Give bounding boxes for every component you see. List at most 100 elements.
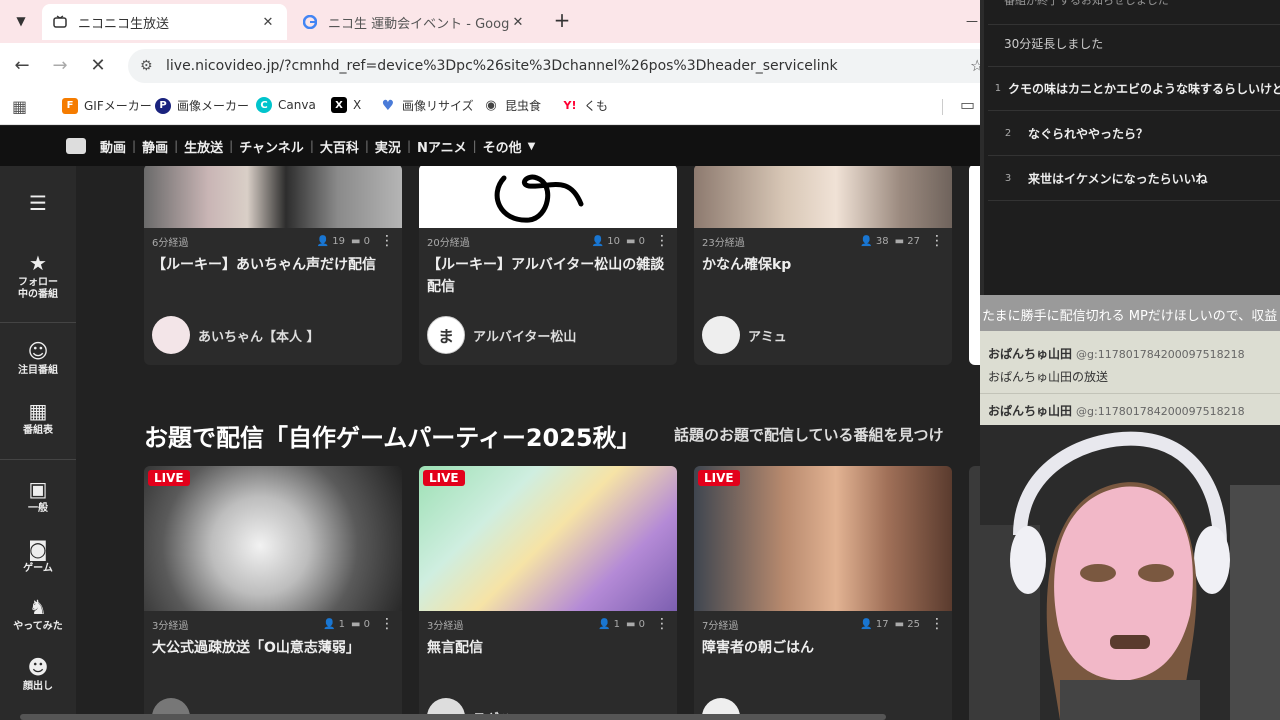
- horizontal-scrollbar[interactable]: [20, 714, 886, 720]
- system-message: 番組が終了するお知らせしました: [1004, 0, 1169, 7]
- more-options-icon[interactable]: ⋮: [930, 233, 944, 249]
- comment-value: 0: [638, 235, 645, 247]
- program-card-partial[interactable]: [969, 166, 980, 365]
- comment-icon: ▬: [625, 235, 636, 247]
- tab-google-search[interactable]: ニコ生 運動会イベント - Google 検 ✕: [292, 4, 537, 40]
- header-link-live[interactable]: 生放送: [184, 137, 223, 156]
- apps-grid-icon[interactable]: ▦: [12, 97, 27, 116]
- sidebar-item-label: 番組表: [23, 425, 53, 436]
- bookmark-label: GIFメーカー: [84, 99, 152, 113]
- folder-icon[interactable]: ▭: [960, 95, 975, 114]
- site-info-icon[interactable]: ⚙: [140, 58, 158, 74]
- more-options-icon[interactable]: ⋮: [655, 616, 669, 632]
- sidebar-item-follow[interactable]: ★ フォロー 中の番組: [0, 252, 76, 301]
- comment-panel: 番組が終了するお知らせしました 30分延長しました 1 クモの味はカニとかエビの…: [980, 0, 1280, 295]
- bookmark-insect-food[interactable]: ◉ 昆虫食: [483, 97, 541, 114]
- bookmark-kumo[interactable]: Y! くも: [562, 97, 609, 114]
- bookmark-star-icon[interactable]: ☆: [970, 56, 980, 75]
- bookmark-label: 昆虫食: [505, 99, 542, 113]
- program-owner[interactable]: ま アルバイター松山: [427, 316, 576, 354]
- program-card-partial[interactable]: [969, 466, 980, 720]
- more-options-icon[interactable]: ⋮: [930, 616, 944, 632]
- canva-icon: C: [256, 97, 272, 113]
- sidebar-item-general[interactable]: ▣ 一般: [0, 478, 76, 515]
- header-link-other[interactable]: その他: [483, 137, 522, 156]
- header-link-douga[interactable]: 動画: [100, 137, 126, 156]
- bookmark-gif-maker[interactable]: F GIFメーカー: [62, 97, 152, 114]
- program-card[interactable]: LIVE 3分経過 👤 1 ▬ 0 ⋮ 大公式過疎放送「O山意志薄弱」: [144, 466, 402, 720]
- comment-text: 来世はイケメンになったらいいね: [1028, 172, 1208, 186]
- elapsed-time: 23分経過: [702, 237, 745, 249]
- minimize-icon[interactable]: —: [966, 14, 978, 28]
- program-card[interactable]: 20分経過 👤 10 ▬ 0 ⋮ 【ルーキー】アルバイター松山の雑談配信 ま ア…: [419, 166, 677, 365]
- section-subtitle[interactable]: 話題のお題で配信している番組を見つけ: [674, 424, 944, 445]
- program-card[interactable]: LIVE 7分経過 👤 17 ▬ 25 ⋮ 障害者の朝ごはん: [694, 466, 952, 720]
- address-bar[interactable]: ⚙ live.nicovideo.jp/?cmnhd_ref=device%3D…: [128, 49, 980, 83]
- header-link-seiga[interactable]: 静画: [142, 137, 168, 156]
- extension-notice: 30分延長しました: [1004, 37, 1104, 51]
- viewer-value: 19: [332, 235, 345, 247]
- sidebar-item-game[interactable]: ◙ ゲーム: [0, 538, 76, 575]
- program-owner[interactable]: あいちゃん【本人 】: [152, 316, 320, 354]
- person-icon: 👤: [860, 235, 873, 247]
- tab-search-chevron-icon[interactable]: ▼: [8, 8, 34, 34]
- more-options-icon[interactable]: ⋮: [380, 233, 394, 249]
- program-thumbnail[interactable]: [694, 166, 952, 228]
- program-card[interactable]: 23分経過 👤 38 ▬ 27 ⋮ かなん確保kp アミュ: [694, 166, 952, 365]
- program-thumbnail[interactable]: LIVE: [144, 466, 402, 611]
- sidebar-item-attention[interactable]: ☺ 注目番組: [0, 340, 76, 377]
- program-owner[interactable]: アミュ: [702, 316, 787, 354]
- program-thumbnail[interactable]: LIVE: [694, 466, 952, 611]
- program-thumbnail[interactable]: LIVE: [419, 466, 677, 611]
- sidebar-item-face[interactable]: ☻ 顔出し: [0, 656, 76, 693]
- more-options-icon[interactable]: ⋮: [380, 616, 394, 632]
- forward-icon[interactable]: →: [48, 54, 72, 78]
- bookmark-x[interactable]: X X: [331, 97, 361, 113]
- tab-strip: ▼ ニコニコ生放送 ✕ ニコ生 運動会イベント - Google 検 ✕ + —: [0, 0, 980, 43]
- comment-count: ▬ 27: [895, 236, 920, 247]
- chevron-down-icon[interactable]: ▼: [528, 141, 536, 152]
- comment-row[interactable]: 2 なぐられややったら？: [988, 125, 1280, 142]
- program-thumbnail[interactable]: [144, 166, 402, 228]
- program-title[interactable]: 大公式過疎放送「O山意志薄弱」: [144, 637, 402, 659]
- comment-row[interactable]: 3 来世はイケメンになったらいいね: [988, 170, 1280, 187]
- program-title[interactable]: 無言配信: [419, 637, 677, 659]
- more-options-icon[interactable]: ⋮: [655, 233, 669, 249]
- viewer-count: 👤 38: [860, 236, 888, 247]
- tab-nico-live[interactable]: ニコニコ生放送 ✕: [42, 4, 287, 40]
- sidebar-item-schedule[interactable]: ▦ 番組表: [0, 400, 76, 437]
- bookmark-image-maker[interactable]: P 画像メーカー: [155, 97, 249, 114]
- header-link-nanime[interactable]: Nアニメ: [417, 137, 467, 156]
- comment-count: ▬ 0: [351, 236, 370, 247]
- program-thumbnail[interactable]: [419, 166, 677, 228]
- bookmark-canva[interactable]: C Canva: [256, 97, 316, 113]
- tab-close-icon[interactable]: ✕: [259, 15, 277, 30]
- tab-title: ニコ生 運動会イベント - Google 検: [328, 16, 509, 32]
- viewer-value: 10: [607, 235, 620, 247]
- new-tab-button[interactable]: +: [550, 9, 574, 33]
- divider: [0, 459, 76, 460]
- comment-value: 25: [907, 618, 920, 630]
- program-title[interactable]: 【ルーキー】アルバイター松山の雑談配信: [419, 254, 677, 298]
- chat-author-id: @g:117801784200097518218: [1076, 405, 1245, 418]
- header-link-dic[interactable]: 大百科: [320, 137, 359, 156]
- program-title[interactable]: 【ルーキー】あいちゃん声だけ配信: [144, 254, 402, 276]
- program-title[interactable]: 障害者の朝ごはん: [694, 637, 952, 659]
- program-title[interactable]: かなん確保kp: [694, 254, 952, 276]
- header-link-jikkyo[interactable]: 実況: [375, 137, 401, 156]
- comment-icon: ▬: [350, 235, 361, 247]
- program-card[interactable]: 6分経過 👤 19 ▬ 0 ⋮ 【ルーキー】あいちゃん声だけ配信 あいちゃん【本…: [144, 166, 402, 365]
- tab-close-icon[interactable]: ✕: [509, 15, 527, 30]
- bookmark-label: 画像メーカー: [177, 99, 250, 113]
- sidebar-menu[interactable]: ☰: [0, 192, 76, 214]
- divider: [0, 322, 76, 323]
- stop-loading-icon[interactable]: ✕: [86, 54, 110, 78]
- header-link-channel[interactable]: チャンネル: [239, 137, 304, 156]
- program-card[interactable]: LIVE 3分経過 👤 1 ▬ 0 ⋮ 無言配信 スギハ: [419, 466, 677, 720]
- tab-title: ニコニコ生放送: [78, 16, 170, 32]
- sidebar-item-tried[interactable]: ♞ やってみた: [0, 596, 76, 633]
- comment-row[interactable]: 1 クモの味はカニとかエビのような味するらしいけど: [988, 80, 1280, 97]
- niconico-logo-icon[interactable]: [66, 138, 86, 154]
- bookmark-image-resize[interactable]: ♥ 画像リサイズ: [380, 97, 474, 114]
- back-icon[interactable]: ←: [10, 54, 34, 78]
